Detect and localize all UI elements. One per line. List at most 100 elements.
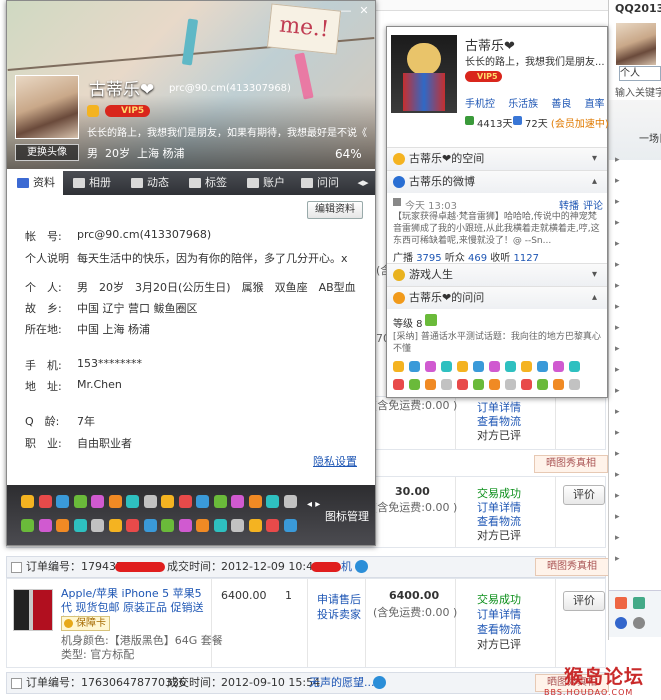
badge-scroll-arrows[interactable]: ◂ ▸	[307, 499, 320, 510]
weibo-comment-link[interactable]: 评论	[583, 197, 603, 212]
vip-badge[interactable]: VIP5	[105, 105, 151, 117]
change-avatar-button[interactable]: 更换头像	[15, 144, 79, 161]
badge-icon[interactable]	[91, 495, 104, 508]
tab-info[interactable]: 资料	[7, 171, 63, 195]
badge-icon[interactable]	[393, 361, 404, 372]
badge-icon[interactable]	[108, 519, 122, 532]
badge-icon[interactable]	[21, 519, 34, 532]
crown-icon[interactable]	[87, 105, 99, 117]
tag-link[interactable]: 善良	[551, 99, 571, 110]
section-qzone[interactable]: 古蒂乐❤的空间 ▾	[387, 147, 607, 170]
badge-icon[interactable]	[505, 361, 516, 372]
tab-account[interactable]: 账户	[247, 171, 285, 195]
tab-feed[interactable]: 动态	[131, 171, 169, 195]
personal-button[interactable]: 个人	[619, 66, 661, 81]
badge-icon[interactable]	[473, 361, 484, 372]
badge-icon[interactable]	[553, 361, 564, 372]
guarantee-card[interactable]: 保障卡	[61, 616, 110, 631]
product-thumbnail[interactable]	[13, 589, 53, 631]
gear-icon[interactable]	[633, 617, 645, 629]
search-input[interactable]: 输入关键字	[615, 84, 661, 99]
order-detail-link[interactable]: 订单详情	[477, 606, 521, 622]
vip-badge[interactable]: VIP5	[465, 71, 502, 82]
tag-link[interactable]: 直率	[585, 99, 605, 110]
badge-icon[interactable]	[108, 495, 122, 508]
badge-icon[interactable]	[56, 495, 69, 508]
badge-icon[interactable]	[126, 495, 139, 508]
evaluate-button[interactable]: 评价	[563, 485, 605, 505]
section-games[interactable]: 游戏人生 ▾	[387, 263, 607, 286]
wenwen-answer[interactable]: [采纳] 普通话水平测试话题：我向往的地方巴黎真心不懂	[393, 331, 601, 355]
badge-icon[interactable]	[537, 379, 548, 390]
badge-icon[interactable]	[161, 519, 174, 532]
edit-profile-button[interactable]: 编辑资料	[307, 201, 363, 219]
badge-icon[interactable]	[213, 519, 227, 532]
badge-icon[interactable]	[21, 495, 34, 508]
badge-icon[interactable]	[73, 519, 87, 532]
badge-icon[interactable]	[553, 379, 564, 390]
tab-tags[interactable]: 标签	[189, 171, 227, 195]
tab-scroll-arrows[interactable]: ◂▸	[353, 171, 373, 195]
badge-icon[interactable]	[283, 519, 297, 532]
badge-icon[interactable]	[91, 519, 104, 532]
weibo-repost-link[interactable]: 转播	[559, 197, 579, 212]
showoff-button[interactable]: 晒图秀真相	[534, 455, 608, 473]
badge-icon[interactable]	[196, 495, 209, 508]
badge-icon[interactable]	[393, 379, 404, 390]
badge-icon[interactable]	[489, 379, 500, 390]
badge-icon[interactable]	[196, 519, 209, 532]
badge-icon[interactable]	[521, 379, 532, 390]
badge-icon[interactable]	[425, 379, 436, 390]
mini-signature[interactable]: 长长的路上，我想我们是朋友...	[465, 53, 605, 68]
badge-icon[interactable]	[441, 361, 452, 372]
badge-icon[interactable]	[569, 379, 580, 390]
profile-signature[interactable]: 长长的路上，我想我们是朋友，如果有期待，我想最好是不说《...	[87, 124, 367, 139]
mini-avatar[interactable]	[391, 35, 457, 113]
badge-icon[interactable]	[489, 361, 500, 372]
view-logistics-link[interactable]: 查看物流	[477, 621, 521, 637]
complain-seller-link[interactable]: 投诉卖家	[317, 606, 361, 622]
badge-icon[interactable]	[505, 379, 516, 390]
badge-icon[interactable]	[213, 495, 227, 508]
badge-icon[interactable]	[283, 495, 297, 508]
wangwang-icon[interactable]	[355, 560, 368, 573]
badge-icon[interactable]	[248, 519, 262, 532]
badge-icon[interactable]	[231, 519, 244, 532]
badge-icon[interactable]	[178, 519, 192, 532]
badge-icon[interactable]	[143, 519, 157, 532]
order-checkbox[interactable]	[11, 677, 22, 689]
profile-avatar[interactable]	[15, 75, 79, 139]
tab-wenwen[interactable]: 问问	[301, 171, 339, 195]
section-weibo[interactable]: 古蒂乐的微博 ▴	[387, 170, 607, 193]
wangwang-icon[interactable]	[373, 676, 386, 689]
badge-manage-link[interactable]: 图标管理	[325, 508, 369, 524]
badge-icon[interactable]	[441, 379, 452, 390]
tab-album[interactable]: 相册	[73, 171, 111, 195]
badge-icon[interactable]	[178, 495, 192, 508]
privacy-settings-link[interactable]: 隐私设置	[313, 453, 357, 469]
badge-icon[interactable]	[161, 495, 174, 508]
shop-name-link[interactable]: 机	[341, 557, 352, 577]
minimize-icon[interactable]: —	[339, 5, 353, 17]
badge-icon[interactable]	[537, 361, 548, 372]
tag-link[interactable]: 手机控	[465, 99, 495, 110]
order-checkbox[interactable]	[11, 561, 22, 573]
badge-icon[interactable]	[73, 495, 87, 508]
badge-icon[interactable]	[521, 361, 532, 372]
app-icon[interactable]	[633, 597, 645, 609]
badge-icon[interactable]	[126, 519, 139, 532]
close-icon[interactable]: ✕	[357, 5, 371, 17]
badge-icon[interactable]	[231, 495, 244, 508]
badge-icon[interactable]	[425, 361, 436, 372]
showoff-button[interactable]: 晒图秀真相	[535, 558, 609, 576]
qq-avatar[interactable]	[615, 22, 657, 66]
badge-icon[interactable]	[38, 519, 52, 532]
badge-icon[interactable]	[248, 495, 262, 508]
badge-icon[interactable]	[38, 495, 52, 508]
badge-icon[interactable]	[409, 379, 420, 390]
tag-link[interactable]: 乐活族	[508, 99, 538, 110]
badge-icon[interactable]	[457, 361, 468, 372]
badge-icon[interactable]	[266, 495, 279, 508]
app-icon[interactable]	[615, 617, 627, 629]
weibo-content[interactable]: 【玩家获得卓越·梵音雷狮】哈哈哈,传说中的神宠梵音雷狮成了我的小跟班,从此我横着…	[393, 211, 603, 247]
